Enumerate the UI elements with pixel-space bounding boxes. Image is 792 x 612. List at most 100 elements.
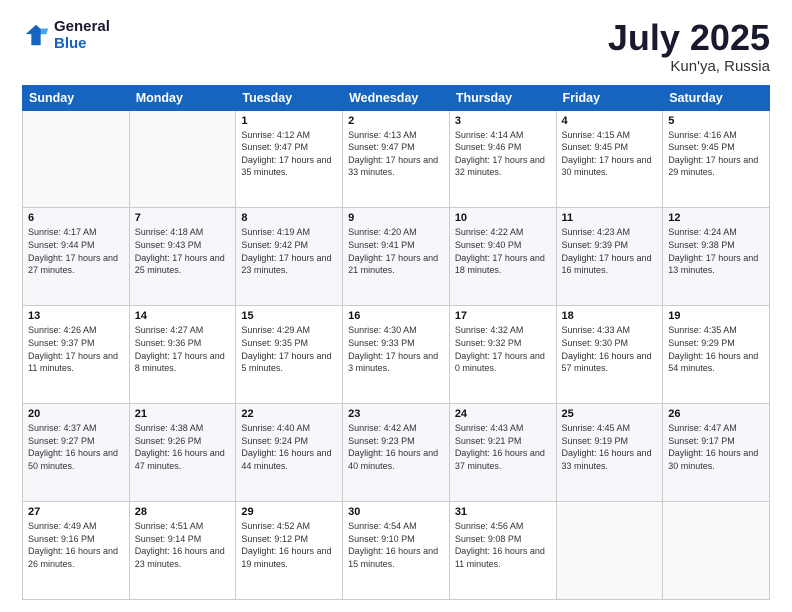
calendar-cell: 23 Sunrise: 4:42 AM Sunset: 9:23 PM Dayli… bbox=[343, 404, 450, 502]
day-info: Sunrise: 4:20 AM Sunset: 9:41 PM Dayligh… bbox=[348, 226, 444, 276]
calendar-cell: 25Sunrise: 4:45 AM Sunset: 9:19 PM Dayli… bbox=[556, 404, 663, 502]
day-number: 27 bbox=[28, 506, 124, 518]
calendar-cell: 21 Sunrise: 4:38 AM Sunset: 9:26 PM Dayli… bbox=[129, 404, 236, 502]
calendar-cell: 27 Sunrise: 4:49 AM Sunset: 9:16 PM Dayli… bbox=[23, 502, 130, 600]
calendar-week-row: 6 Sunrise: 4:17 AM Sunset: 9:44 PM Daylig… bbox=[23, 208, 770, 306]
day-info: Sunrise: 4:43 AM Sunset: 9:21 PM Dayligh… bbox=[455, 422, 551, 472]
day-info: Sunrise: 4:56 AM Sunset: 9:08 PM Dayligh… bbox=[455, 520, 551, 570]
title-block: July 2025 Kun'ya, Russia bbox=[608, 18, 770, 75]
calendar-cell bbox=[556, 502, 663, 600]
logo: General Blue bbox=[22, 18, 110, 52]
calendar-cell: 28 Sunrise: 4:51 AM Sunset: 9:14 PM Dayli… bbox=[129, 502, 236, 600]
day-info: Sunrise: 4:42 AM Sunset: 9:23 PM Dayligh… bbox=[348, 422, 444, 472]
calendar-cell: 1Sunrise: 4:12 AM Sunset: 9:47 PM Daylig… bbox=[236, 110, 343, 208]
day-number: 17 bbox=[455, 310, 551, 322]
calendar-cell: 4 Sunrise: 4:15 AM Sunset: 9:45 PM Daylig… bbox=[556, 110, 663, 208]
location: Kun'ya, Russia bbox=[608, 58, 770, 75]
day-info: Sunrise: 4:14 AM Sunset: 9:46 PM Dayligh… bbox=[455, 129, 551, 179]
calendar-cell bbox=[129, 110, 236, 208]
day-info: Sunrise: 4:49 AM Sunset: 9:16 PM Dayligh… bbox=[28, 520, 124, 570]
calendar-cell: 12 Sunrise: 4:24 AM Sunset: 9:38 PM Dayli… bbox=[663, 208, 770, 306]
calendar-cell: 15Sunrise: 4:29 AM Sunset: 9:35 PM Dayli… bbox=[236, 306, 343, 404]
day-number: 14 bbox=[135, 310, 231, 322]
day-info: Sunrise: 4:24 AM Sunset: 9:38 PM Dayligh… bbox=[668, 226, 764, 276]
day-number: 30 bbox=[348, 506, 444, 518]
weekday-header: Thursday bbox=[449, 85, 556, 110]
calendar-cell: 10Sunrise: 4:22 AM Sunset: 9:40 PM Dayli… bbox=[449, 208, 556, 306]
day-info: Sunrise: 4:15 AM Sunset: 9:45 PM Dayligh… bbox=[562, 129, 658, 179]
day-info: Sunrise: 4:22 AM Sunset: 9:40 PM Dayligh… bbox=[455, 226, 551, 276]
day-number: 7 bbox=[135, 212, 231, 224]
calendar-cell: 26 Sunrise: 4:47 AM Sunset: 9:17 PM Dayli… bbox=[663, 404, 770, 502]
day-info: Sunrise: 4:37 AM Sunset: 9:27 PM Dayligh… bbox=[28, 422, 124, 472]
page: General Blue July 2025 Kun'ya, Russia Su… bbox=[0, 0, 792, 612]
calendar-week-row: 1Sunrise: 4:12 AM Sunset: 9:47 PM Daylig… bbox=[23, 110, 770, 208]
day-info: Sunrise: 4:29 AM Sunset: 9:35 PM Dayligh… bbox=[241, 324, 337, 374]
calendar-cell: 18Sunrise: 4:33 AM Sunset: 9:30 PM Dayli… bbox=[556, 306, 663, 404]
day-number: 4 bbox=[562, 115, 658, 127]
day-number: 8 bbox=[241, 212, 337, 224]
day-number: 24 bbox=[455, 408, 551, 420]
weekday-header: Wednesday bbox=[343, 85, 450, 110]
day-number: 21 bbox=[135, 408, 231, 420]
calendar-cell: 19 Sunrise: 4:35 AM Sunset: 9:29 PM Dayli… bbox=[663, 306, 770, 404]
day-number: 12 bbox=[668, 212, 764, 224]
day-number: 5 bbox=[668, 115, 764, 127]
day-info: Sunrise: 4:35 AM Sunset: 9:29 PM Dayligh… bbox=[668, 324, 764, 374]
day-info: Sunrise: 4:54 AM Sunset: 9:10 PM Dayligh… bbox=[348, 520, 444, 570]
day-info: Sunrise: 4:19 AM Sunset: 9:42 PM Dayligh… bbox=[241, 226, 337, 276]
day-number: 22 bbox=[241, 408, 337, 420]
calendar-week-row: 27 Sunrise: 4:49 AM Sunset: 9:16 PM Dayli… bbox=[23, 502, 770, 600]
calendar-cell: 20 Sunrise: 4:37 AM Sunset: 9:27 PM Dayli… bbox=[23, 404, 130, 502]
calendar-cell: 16Sunrise: 4:30 AM Sunset: 9:33 PM Dayli… bbox=[343, 306, 450, 404]
day-number: 6 bbox=[28, 212, 124, 224]
calendar-cell: 14 Sunrise: 4:27 AM Sunset: 9:36 PM Dayli… bbox=[129, 306, 236, 404]
day-number: 19 bbox=[668, 310, 764, 322]
day-info: Sunrise: 4:45 AM Sunset: 9:19 PM Dayligh… bbox=[562, 422, 658, 472]
day-number: 18 bbox=[562, 310, 658, 322]
calendar-cell: 5 Sunrise: 4:16 AM Sunset: 9:45 PM Daylig… bbox=[663, 110, 770, 208]
logo-icon bbox=[22, 21, 50, 49]
day-info: Sunrise: 4:32 AM Sunset: 9:32 PM Dayligh… bbox=[455, 324, 551, 374]
calendar-cell: 30 Sunrise: 4:54 AM Sunset: 9:10 PM Dayli… bbox=[343, 502, 450, 600]
day-number: 28 bbox=[135, 506, 231, 518]
logo-text: General Blue bbox=[54, 18, 110, 52]
day-number: 20 bbox=[28, 408, 124, 420]
day-info: Sunrise: 4:52 AM Sunset: 9:12 PM Dayligh… bbox=[241, 520, 337, 570]
day-number: 2 bbox=[348, 115, 444, 127]
day-info: Sunrise: 4:18 AM Sunset: 9:43 PM Dayligh… bbox=[135, 226, 231, 276]
day-info: Sunrise: 4:51 AM Sunset: 9:14 PM Dayligh… bbox=[135, 520, 231, 570]
weekday-header: Friday bbox=[556, 85, 663, 110]
day-number: 29 bbox=[241, 506, 337, 518]
weekday-header: Saturday bbox=[663, 85, 770, 110]
day-info: Sunrise: 4:40 AM Sunset: 9:24 PM Dayligh… bbox=[241, 422, 337, 472]
day-number: 13 bbox=[28, 310, 124, 322]
day-info: Sunrise: 4:38 AM Sunset: 9:26 PM Dayligh… bbox=[135, 422, 231, 472]
day-info: Sunrise: 4:47 AM Sunset: 9:17 PM Dayligh… bbox=[668, 422, 764, 472]
day-info: Sunrise: 4:17 AM Sunset: 9:44 PM Dayligh… bbox=[28, 226, 124, 276]
weekday-header: Sunday bbox=[23, 85, 130, 110]
header: General Blue July 2025 Kun'ya, Russia bbox=[22, 18, 770, 75]
day-info: Sunrise: 4:16 AM Sunset: 9:45 PM Dayligh… bbox=[668, 129, 764, 179]
calendar-cell: 13Sunrise: 4:26 AM Sunset: 9:37 PM Dayli… bbox=[23, 306, 130, 404]
calendar-cell bbox=[663, 502, 770, 600]
calendar-cell: 24 Sunrise: 4:43 AM Sunset: 9:21 PM Dayli… bbox=[449, 404, 556, 502]
day-number: 23 bbox=[348, 408, 444, 420]
weekday-header-row: SundayMondayTuesdayWednesdayThursdayFrid… bbox=[23, 85, 770, 110]
weekday-header: Tuesday bbox=[236, 85, 343, 110]
calendar-cell: 11Sunrise: 4:23 AM Sunset: 9:39 PM Dayli… bbox=[556, 208, 663, 306]
calendar-cell: 2 Sunrise: 4:13 AM Sunset: 9:47 PM Daylig… bbox=[343, 110, 450, 208]
day-info: Sunrise: 4:13 AM Sunset: 9:47 PM Dayligh… bbox=[348, 129, 444, 179]
day-number: 16 bbox=[348, 310, 444, 322]
calendar-cell: 9Sunrise: 4:20 AM Sunset: 9:41 PM Daylig… bbox=[343, 208, 450, 306]
calendar-cell: 29 Sunrise: 4:52 AM Sunset: 9:12 PM Dayli… bbox=[236, 502, 343, 600]
calendar-week-row: 13Sunrise: 4:26 AM Sunset: 9:37 PM Dayli… bbox=[23, 306, 770, 404]
calendar-table: SundayMondayTuesdayWednesdayThursdayFrid… bbox=[22, 85, 770, 600]
day-number: 3 bbox=[455, 115, 551, 127]
calendar-cell: 7 Sunrise: 4:18 AM Sunset: 9:43 PM Daylig… bbox=[129, 208, 236, 306]
day-info: Sunrise: 4:27 AM Sunset: 9:36 PM Dayligh… bbox=[135, 324, 231, 374]
calendar-cell: 22 Sunrise: 4:40 AM Sunset: 9:24 PM Dayli… bbox=[236, 404, 343, 502]
calendar-cell: 6 Sunrise: 4:17 AM Sunset: 9:44 PM Daylig… bbox=[23, 208, 130, 306]
calendar-week-row: 20 Sunrise: 4:37 AM Sunset: 9:27 PM Dayli… bbox=[23, 404, 770, 502]
day-number: 26 bbox=[668, 408, 764, 420]
